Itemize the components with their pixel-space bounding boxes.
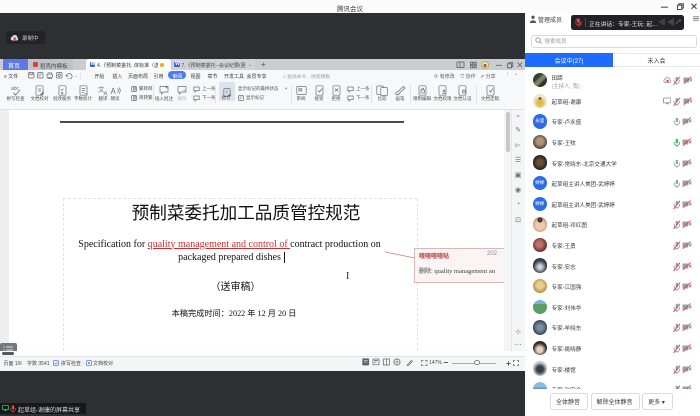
svg-text:A: A (103, 91, 107, 96)
svg-text:繁: 繁 (133, 95, 137, 101)
svg-text:abc: abc (11, 86, 20, 92)
svg-text:繁: 繁 (133, 86, 137, 92)
svg-text:A: A (110, 87, 116, 96)
svg-text:123: 123 (83, 91, 88, 95)
